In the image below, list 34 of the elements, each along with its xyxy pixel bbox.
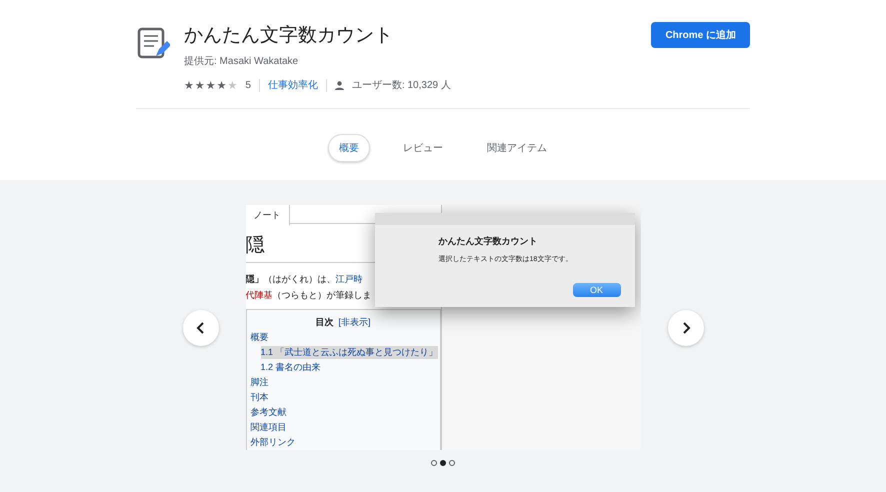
toc-toggle-link[interactable]: [非表示]	[338, 316, 370, 329]
toc-link[interactable]: 刊本	[250, 391, 268, 404]
carousel-dot[interactable]	[431, 460, 437, 466]
tab[interactable]: 概要	[328, 134, 370, 162]
carousel-dot[interactable]	[440, 460, 446, 466]
article-text: （つらもと）が筆録しま	[272, 289, 372, 302]
rating-count: 5	[245, 80, 251, 90]
add-to-chrome-button[interactable]: Chrome に追加	[651, 22, 750, 48]
provider-text: 提供元: Masaki Wakatake	[184, 55, 300, 68]
category-link[interactable]: 仕事効率化	[268, 78, 318, 92]
article-link[interactable]: 江戸時	[336, 271, 362, 287]
tab[interactable]: レビュー	[392, 134, 454, 162]
user-count: ユーザー数: 10,329 人	[352, 79, 451, 92]
chevron-right-icon	[680, 322, 690, 334]
page-tab[interactable]: ノート	[246, 205, 290, 226]
article-text: （はがくれ）は、	[264, 273, 336, 286]
toc-link[interactable]: 参考文献	[250, 406, 286, 419]
toc-link[interactable]: 1.1 「武士道と云ふは死ぬ事と見つけたり」	[260, 346, 438, 359]
article-text: 代陣基	[246, 289, 272, 302]
user-icon	[334, 80, 344, 90]
extension-title: かんたん文字数カウント	[184, 24, 394, 48]
notepad-pencil-icon	[136, 26, 170, 60]
toc-title: 目次	[315, 316, 334, 329]
article-text: 隠」	[246, 273, 264, 286]
toc-link[interactable]: 概要	[250, 331, 268, 344]
dialog-title: かんたん文字数カウント	[438, 235, 538, 248]
chevron-left-icon	[196, 322, 206, 334]
toc-link[interactable]: 脚注	[250, 376, 268, 389]
toc-link[interactable]: 関連項目	[250, 421, 286, 434]
carousel-dot[interactable]	[449, 460, 455, 466]
toc-link[interactable]: 1.2 書名の由来	[260, 361, 321, 374]
tab[interactable]: 関連アイテム	[476, 134, 558, 162]
toc-link[interactable]: 外部リンク	[250, 436, 296, 449]
star-rating: ★★★★★	[184, 78, 238, 92]
